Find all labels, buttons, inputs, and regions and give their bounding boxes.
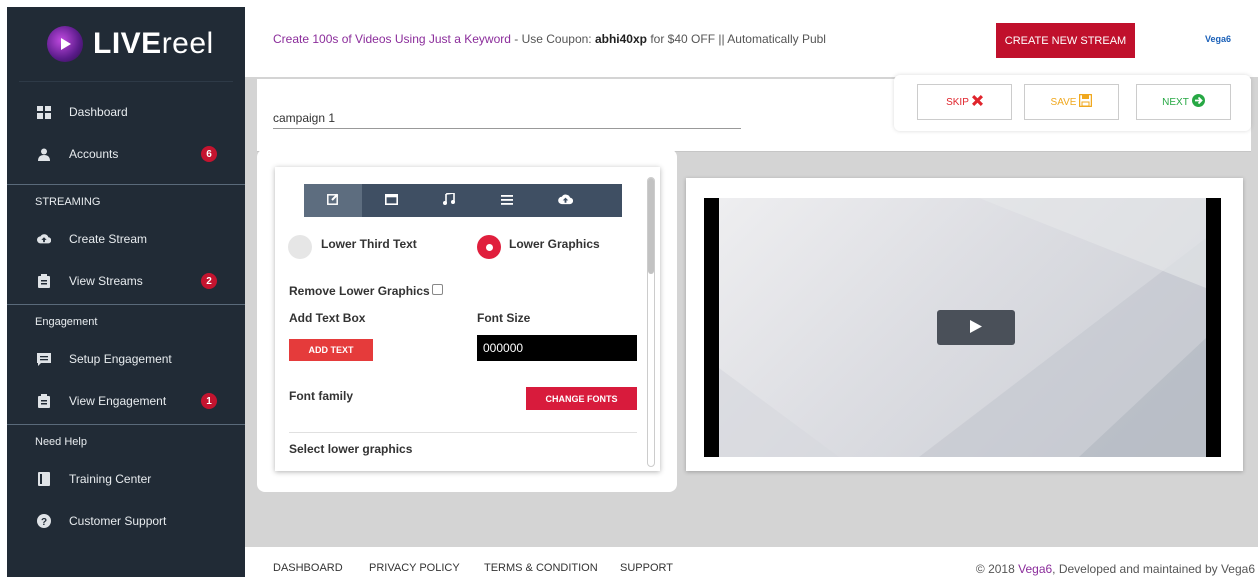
lower-graphics-radio[interactable] — [477, 235, 501, 259]
edit-icon — [327, 193, 339, 208]
section-need-help: Need Help — [7, 424, 245, 458]
remove-lower-graphics-label: Remove Lower Graphics — [289, 284, 430, 298]
sidebar-item-label: Create Stream — [69, 232, 148, 246]
divider — [289, 432, 637, 433]
engagement-count-badge: 1 — [201, 393, 217, 409]
section-streaming: STREAMING — [7, 184, 245, 218]
window-icon — [384, 193, 398, 208]
cloud-upload-icon — [557, 194, 573, 208]
footer: DASHBOARD PRIVACY POLICY TERMS & CONDITI… — [245, 547, 1258, 577]
sidebar-item-label: Training Center — [69, 472, 152, 486]
add-text-box-label: Add Text Box — [289, 311, 366, 325]
tab-menu[interactable] — [478, 184, 536, 217]
tab-upload[interactable] — [536, 184, 594, 217]
editor-panel: Lower Third Text Lower Graphics Remove L… — [275, 167, 660, 471]
brand-logo[interactable]: LIVEreel — [19, 7, 233, 82]
sidebar-item-view-engagement[interactable]: View Engagement 1 — [7, 380, 245, 422]
footer-link-privacy-policy[interactable]: PRIVACY POLICY — [369, 562, 460, 574]
sidebar-item-view-streams[interactable]: View Streams 2 — [7, 260, 245, 302]
font-size-label: Font Size — [477, 311, 531, 325]
skip-button[interactable]: SKIP — [917, 84, 1012, 120]
editor-scrollbar[interactable] — [647, 177, 655, 467]
sidebar-item-label: Setup Engagement — [69, 352, 172, 366]
next-button[interactable]: NEXT — [1136, 84, 1231, 120]
font-family-label: Font family — [289, 389, 354, 403]
video-preview-card — [686, 178, 1243, 471]
book-icon — [37, 472, 51, 486]
tab-edit[interactable] — [304, 184, 362, 217]
accounts-count-badge: 6 — [201, 146, 217, 162]
sidebar-item-dashboard[interactable]: Dashboard — [7, 91, 245, 133]
clipboard-icon — [37, 274, 51, 288]
vega6-logo[interactable]: Vega6 — [1205, 34, 1231, 44]
remove-lower-graphics-checkbox[interactable] — [432, 284, 443, 295]
clipboard-icon — [37, 394, 51, 408]
create-new-stream-button[interactable]: CREATE NEW STREAM — [996, 23, 1135, 58]
campaign-name-input[interactable] — [273, 99, 741, 129]
select-lower-graphics-label: Select lower graphics — [289, 442, 413, 456]
promo-banner[interactable]: Create 100s of Videos Using Just a Keywo… — [273, 32, 826, 46]
lower-third-label: Lower Third Text — [321, 237, 417, 251]
section-engagement: Engagement — [7, 304, 245, 338]
help-icon: ? — [37, 514, 51, 528]
editor-highlight: Lower Third Text Lower Graphics Remove L… — [257, 149, 677, 492]
save-button[interactable]: SAVE — [1024, 84, 1119, 120]
sidebar-item-label: Accounts — [69, 147, 119, 161]
next-label: NEXT — [1162, 96, 1189, 108]
editor-tabs — [304, 184, 622, 217]
sidebar-item-label: View Streams — [69, 274, 143, 288]
sidebar-item-label: Customer Support — [69, 514, 167, 528]
copyright-text: © 2018 Vega6, Developed and maintained b… — [975, 562, 1255, 576]
save-label: SAVE — [1050, 96, 1077, 108]
sidebar-item-create-stream[interactable]: Create Stream — [7, 218, 245, 260]
dashboard-icon — [37, 105, 51, 119]
sidebar: LIVEreel Dashboard Accounts 6 STREAMING … — [7, 7, 245, 577]
font-color-input[interactable]: 000000 — [477, 335, 637, 361]
video-player[interactable] — [704, 198, 1221, 457]
sidebar-item-setup-engagement[interactable]: Setup Engagement — [7, 338, 245, 380]
change-fonts-button[interactable]: CHANGE FONTS — [526, 387, 637, 410]
lower-third-radio[interactable] — [288, 235, 312, 259]
skip-label: SKIP — [946, 96, 969, 108]
arrow-right-circle-icon — [1191, 94, 1205, 110]
user-icon — [37, 147, 51, 161]
scrollbar-thumb[interactable] — [648, 178, 654, 274]
menu-icon — [501, 194, 513, 208]
lower-graphics-label: Lower Graphics — [509, 237, 600, 251]
sidebar-item-label: View Engagement — [69, 394, 167, 408]
top-bar: Create 100s of Videos Using Just a Keywo… — [245, 7, 1258, 77]
music-icon — [443, 192, 455, 208]
sidebar-item-training-center[interactable]: Training Center — [7, 458, 245, 500]
footer-link-support[interactable]: SUPPORT — [620, 562, 673, 574]
cloud-upload-icon — [37, 232, 51, 246]
brand-name: LIVEreel — [93, 27, 214, 60]
tab-window[interactable] — [362, 184, 420, 217]
streams-count-badge: 2 — [201, 273, 217, 289]
floppy-disk-icon — [1079, 93, 1093, 110]
svg-text:?: ? — [41, 517, 47, 528]
play-button[interactable] — [937, 310, 1015, 345]
comment-icon — [37, 352, 51, 366]
play-icon — [970, 319, 982, 336]
sidebar-item-accounts[interactable]: Accounts 6 — [7, 133, 245, 175]
footer-link-terms[interactable]: TERMS & CONDITION — [484, 562, 598, 574]
sidebar-item-label: Dashboard — [69, 105, 128, 119]
action-buttons-panel: SKIP SAVE NEXT — [894, 75, 1251, 131]
tab-music[interactable] — [420, 184, 478, 217]
footer-link-dashboard[interactable]: DASHBOARD — [273, 562, 343, 574]
play-logo-icon — [47, 26, 83, 62]
add-text-button[interactable]: ADD TEXT — [289, 339, 373, 361]
vega6-link[interactable]: Vega6 — [1018, 562, 1052, 576]
video-frame — [719, 198, 1206, 457]
close-icon — [971, 95, 983, 109]
sidebar-item-customer-support[interactable]: ? Customer Support — [7, 500, 245, 542]
